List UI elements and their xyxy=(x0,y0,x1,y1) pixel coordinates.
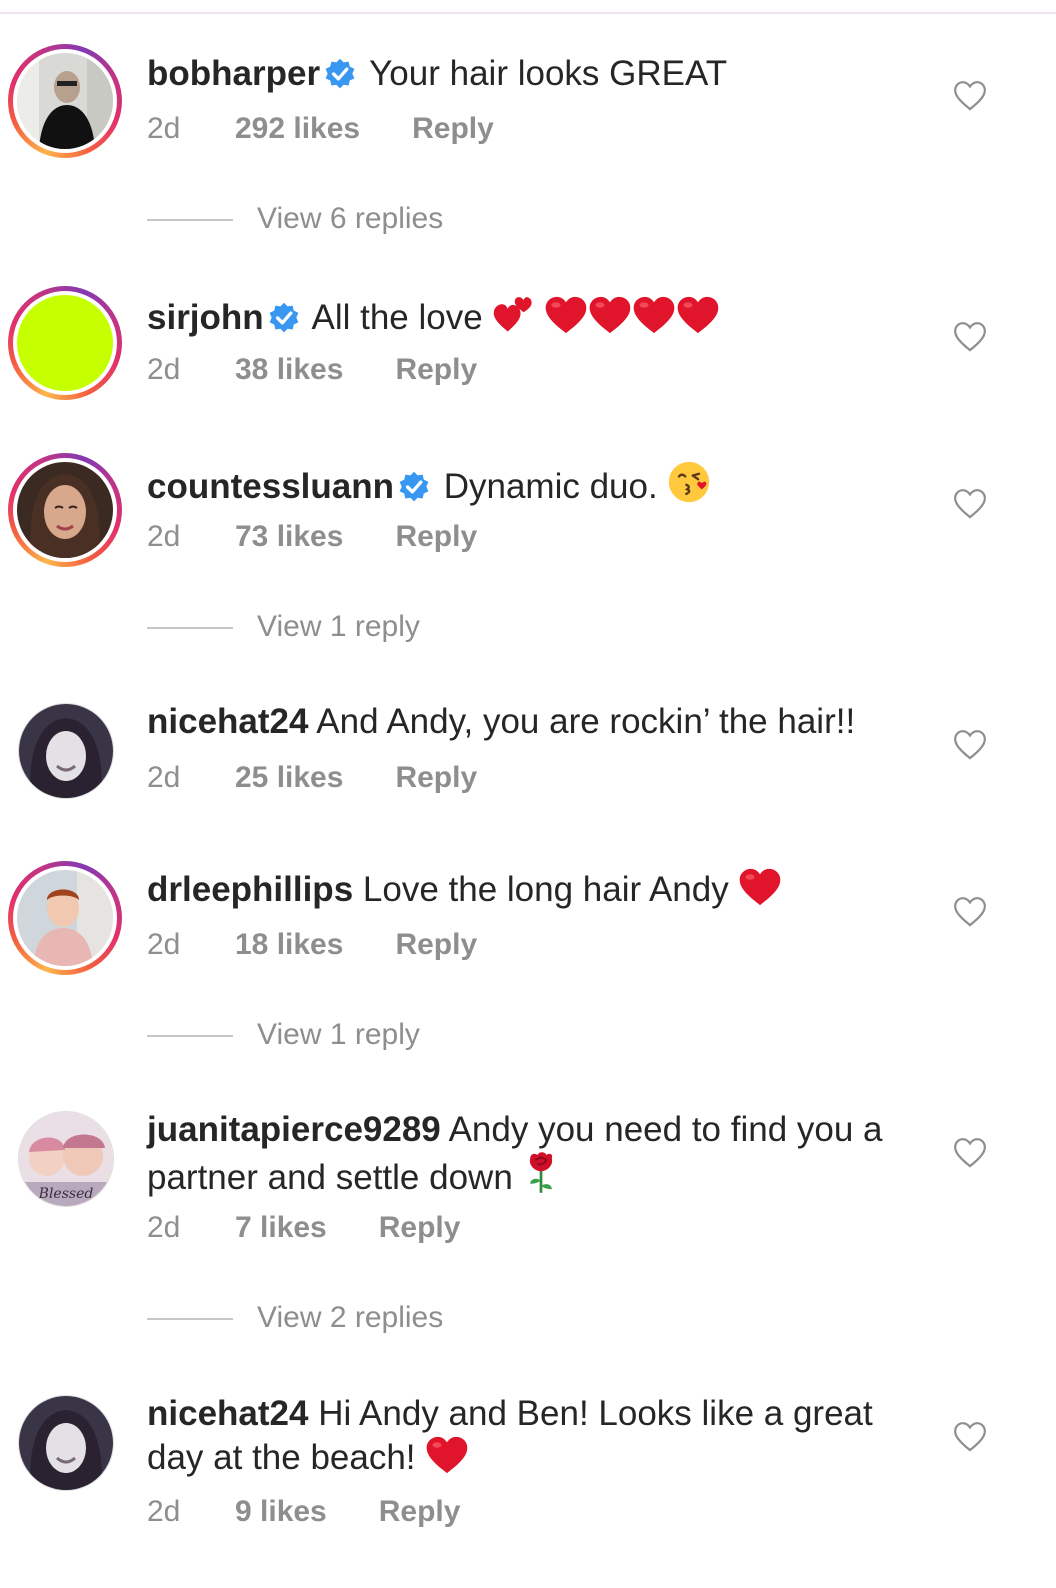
verified-badge-icon xyxy=(398,471,430,503)
verified-badge-icon xyxy=(324,58,356,90)
avatar[interactable] xyxy=(8,286,122,400)
reply-button[interactable]: Reply xyxy=(379,1211,461,1245)
likes-count[interactable]: 25 likes xyxy=(235,761,343,795)
username[interactable]: sirjohn xyxy=(147,298,264,337)
likes-count[interactable]: 292 likes xyxy=(235,112,360,146)
divider-line xyxy=(147,219,233,222)
heart-outline-icon[interactable] xyxy=(952,321,988,353)
comment-text: All the love xyxy=(311,298,483,337)
heart-outline-icon[interactable] xyxy=(952,1421,988,1453)
two-hearts-emoji xyxy=(492,293,534,335)
likes-count[interactable]: 9 likes xyxy=(235,1495,327,1529)
username[interactable]: countessluann xyxy=(147,467,394,506)
view-replies-button[interactable]: View 6 replies xyxy=(147,202,443,236)
reply-button[interactable]: Reply xyxy=(379,1495,461,1529)
likes-count[interactable]: 18 likes xyxy=(235,928,343,962)
comment-text: Dynamic duo. xyxy=(443,467,658,506)
red-heart-emoji xyxy=(632,295,676,335)
divider-line xyxy=(147,1318,233,1321)
timestamp: 2d xyxy=(147,520,181,553)
heart-outline-icon[interactable] xyxy=(952,896,988,928)
view-replies-button[interactable]: View 2 replies xyxy=(147,1301,443,1335)
timestamp: 2d xyxy=(147,1495,181,1528)
red-heart-emoji xyxy=(544,295,588,335)
red-heart-emoji xyxy=(676,295,720,335)
heart-outline-icon[interactable] xyxy=(952,1137,988,1169)
comment-text: And Andy, you are rockin’ the hair!! xyxy=(316,702,856,741)
view-replies-label: View 6 replies xyxy=(257,202,444,235)
heart-outline-icon[interactable] xyxy=(952,729,988,761)
timestamp: 2d xyxy=(147,112,181,145)
view-replies-label: View 1 reply xyxy=(257,1018,420,1051)
comment-text: Love the long hair Andy xyxy=(362,870,729,909)
heart-outline-icon[interactable] xyxy=(952,80,988,112)
avatar[interactable] xyxy=(8,453,122,567)
timestamp: 2d xyxy=(147,353,181,386)
rose-emoji xyxy=(523,1151,559,1195)
heart-outline-icon[interactable] xyxy=(952,488,988,520)
view-replies-label: View 2 replies xyxy=(257,1301,444,1334)
avatar[interactable] xyxy=(8,861,122,975)
likes-count[interactable]: 73 likes xyxy=(235,520,343,554)
view-replies-label: View 1 reply xyxy=(257,610,420,643)
red-heart-emoji xyxy=(425,1435,469,1475)
timestamp: 2d xyxy=(147,1211,181,1244)
view-replies-button[interactable]: View 1 reply xyxy=(147,1018,420,1052)
red-heart-emoji xyxy=(738,867,782,907)
view-replies-button[interactable]: View 1 reply xyxy=(147,610,420,644)
username[interactable]: nicehat24 xyxy=(147,1394,308,1433)
avatar[interactable] xyxy=(18,1395,114,1491)
red-heart-emoji xyxy=(588,295,632,335)
username[interactable]: nicehat24 xyxy=(147,702,308,741)
reply-button[interactable]: Reply xyxy=(395,353,477,387)
verified-badge-icon xyxy=(268,302,300,334)
timestamp: 2d xyxy=(147,761,181,794)
username[interactable]: bobharper xyxy=(147,54,320,93)
username[interactable]: juanitapierce9289 xyxy=(147,1110,441,1149)
reply-button[interactable]: Reply xyxy=(395,928,477,962)
divider-line xyxy=(147,1035,233,1038)
reply-button[interactable]: Reply xyxy=(412,112,494,146)
timestamp: 2d xyxy=(147,928,181,961)
likes-count[interactable]: 38 likes xyxy=(235,353,343,387)
avatar[interactable] xyxy=(18,703,114,799)
top-divider xyxy=(0,0,1056,14)
comment-text: Your hair looks GREAT xyxy=(369,54,728,93)
avatar-blessed-text: Blessed xyxy=(38,1186,94,1202)
username[interactable]: drleephillips xyxy=(147,870,353,909)
kissing-face-emoji xyxy=(667,460,711,504)
avatar[interactable] xyxy=(8,44,122,158)
likes-count[interactable]: 7 likes xyxy=(235,1211,327,1245)
avatar[interactable]: Blessed xyxy=(18,1111,114,1207)
divider-line xyxy=(147,627,233,630)
reply-button[interactable]: Reply xyxy=(395,761,477,795)
reply-button[interactable]: Reply xyxy=(395,520,477,554)
